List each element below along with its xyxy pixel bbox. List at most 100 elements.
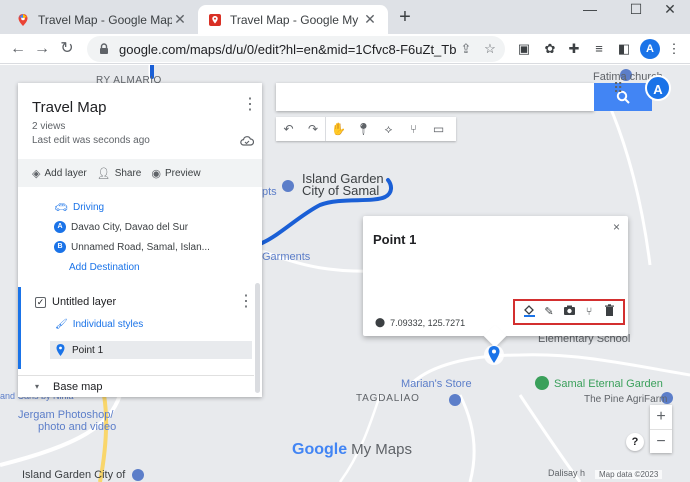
zoom-control: + − — [650, 405, 672, 453]
add-destination-link[interactable]: Add Destination — [69, 262, 140, 273]
delete-trash-icon[interactable] — [601, 304, 617, 320]
layer-options-menu-icon[interactable]: ⋮ — [238, 294, 254, 310]
waypoint-b[interactable]: B Unnamed Road, Samal, Islan... — [54, 241, 210, 253]
cloud-saved-icon — [240, 136, 254, 146]
layer-style-label: Individual styles — [72, 319, 144, 330]
browser-menu-icon[interactable]: ⋮ — [664, 39, 684, 59]
tab-label: Travel Map - Google My Maps — [230, 12, 362, 27]
feature-coordinates: ⬤ 7.09332, 125.7271 — [375, 317, 465, 328]
map-canvas[interactable]: RY ALMARIO Fatima church Island Garden C… — [0, 65, 690, 482]
base-map-label: Base map — [53, 380, 103, 393]
panel-scrollbar[interactable] — [255, 283, 260, 393]
reload-icon[interactable]: ↻ — [57, 39, 77, 59]
tab-label: Travel Map - Google Maps — [38, 12, 172, 27]
waypoint-a[interactable]: A Davao City, Davao del Sur — [54, 221, 188, 233]
feature-tools-highlight: ✎ ⑂ — [513, 299, 625, 325]
panel-actions-bar: ◈ Add layer 👤︎ Share ◉ Preview — [18, 159, 262, 187]
add-marker-icon[interactable]: 📍︎ — [351, 117, 376, 141]
zoom-in-button[interactable]: + — [650, 405, 672, 429]
google-apps-icon[interactable]: ⠿ — [613, 81, 627, 95]
travel-mode-label: Driving — [72, 202, 105, 213]
location-pin-icon: ⬤ — [375, 317, 386, 327]
map-label-samal-eternal-garden: Samal Eternal Garden — [554, 378, 663, 390]
layers-icon: ◈ — [32, 167, 41, 180]
bookmark-star-icon[interactable]: ☆ — [481, 41, 499, 57]
close-window-button[interactable]: ✕ — [650, 0, 690, 20]
preview-label: Preview — [164, 167, 201, 179]
extension-screenshot-icon[interactable]: ▣ — [514, 39, 534, 59]
reading-list-icon[interactable]: ≡ — [589, 39, 609, 59]
preview-button[interactable]: ◉ Preview — [151, 167, 200, 180]
profile-avatar[interactable]: A — [640, 39, 660, 59]
chevron-down-icon: ▾ — [35, 381, 40, 391]
view-count: 2 views — [32, 121, 66, 132]
map-search-input[interactable] — [276, 83, 594, 111]
browser-tab-strip: Travel Map - Google Maps ✕ Travel Map - … — [0, 0, 690, 34]
share-page-icon[interactable]: ⇪ — [457, 41, 475, 57]
pan-hand-icon[interactable]: ✋ — [326, 117, 351, 141]
map-options-menu-icon[interactable]: ⋮ — [242, 97, 258, 113]
tab-google-my-maps[interactable]: Travel Map - Google My Maps ✕ — [198, 5, 388, 34]
redo-icon[interactable]: ↷ — [301, 117, 326, 141]
map-data-attribution[interactable]: Map data ©2023 — [595, 470, 663, 479]
directions-icon[interactable]: ⑂ — [401, 117, 426, 141]
tab-google-maps[interactable]: Travel Map - Google Maps ✕ — [6, 5, 198, 34]
forward-arrow-icon[interactable]: → — [32, 39, 52, 59]
my-maps-favicon-icon — [209, 13, 221, 26]
close-popup-icon[interactable]: × — [613, 220, 620, 234]
coordinates-label: 7.09332, 125.7271 — [390, 317, 466, 328]
side-panel-icon[interactable]: ◧ — [614, 39, 634, 59]
add-photo-camera-icon[interactable] — [561, 304, 577, 320]
draw-line-icon[interactable]: ⟡ — [376, 117, 401, 141]
share-button[interactable]: 👤︎ Share — [97, 167, 142, 180]
layer-style-link[interactable]: 🖌︎ Individual styles — [55, 319, 143, 330]
map-label-jergam-photoshop: Jergam Photoshop/ — [18, 409, 114, 421]
address-bar[interactable]: google.com/maps/d/u/0/edit?hl=en&mid=1Cf… — [87, 36, 505, 62]
measure-ruler-icon[interactable]: ▭ — [426, 117, 451, 141]
undo-icon[interactable]: ↶ — [276, 117, 301, 141]
close-tab-icon[interactable]: ✕ — [362, 11, 378, 28]
help-button[interactable]: ? — [626, 433, 644, 451]
waypoint-a-label: Davao City, Davao del Sur — [71, 221, 189, 233]
edit-pencil-icon[interactable]: ✎ — [541, 304, 557, 320]
base-map-toggle[interactable]: ▾ Base map — [18, 375, 254, 397]
blue-pin-icon — [56, 344, 65, 356]
map-label-marians-store: Marian's Store — [401, 378, 472, 390]
map-title[interactable]: Travel Map — [32, 99, 106, 116]
map-toolbar: ↶ ↷ ✋ 📍︎ ⟡ ⑂ ▭ — [276, 117, 456, 141]
account-avatar[interactable]: A — [645, 75, 671, 101]
close-tab-icon[interactable]: ✕ — [172, 11, 188, 28]
directions-to-here-icon[interactable]: ⑂ — [581, 304, 597, 320]
my-maps-wordmark: My Maps — [351, 441, 412, 458]
map-label-pts: pts — [262, 186, 277, 198]
google-my-maps-logo: Google My Maps — [292, 441, 412, 459]
waypoint-b-badge: B — [54, 241, 66, 253]
last-edit-status: Last edit was seconds ago — [32, 135, 150, 146]
waypoint-b-label: Unnamed Road, Samal, Islan... — [71, 241, 210, 253]
layer-item-point-1[interactable]: Point 1 — [50, 341, 252, 359]
minimize-button[interactable]: — — [570, 0, 610, 20]
share-label: Share — [114, 167, 142, 179]
layer-name[interactable]: Untitled layer — [52, 296, 116, 308]
map-label-tagdaliao: TAGDALIAO — [356, 393, 420, 404]
map-label-photo-and-video: photo and video — [38, 421, 117, 433]
back-arrow-icon[interactable]: ← — [8, 39, 28, 59]
extension-color-icon[interactable]: ✿ — [540, 39, 560, 59]
style-paint-bucket-icon[interactable] — [521, 304, 537, 320]
map-label-city-of-samal: City of Samal — [302, 183, 380, 198]
new-tab-button[interactable]: + — [394, 7, 416, 29]
map-editor-panel: Travel Map ⋮ 2 views Last edit was secon… — [18, 83, 262, 397]
layer-visibility-checkbox[interactable]: ✓ — [35, 297, 46, 308]
zoom-out-button[interactable]: − — [650, 429, 672, 453]
feature-title: Point 1 — [373, 232, 417, 247]
layer-item-label: Point 1 — [72, 344, 104, 356]
google-wordmark: Google — [292, 441, 348, 458]
add-layer-button[interactable]: ◈ Add layer — [32, 167, 87, 180]
map-label-pine-agrifarm: The Pine AgriFarm — [584, 394, 668, 405]
paint-roller-icon: 🖌︎ — [55, 319, 68, 330]
extensions-puzzle-icon[interactable]: ✚ — [564, 39, 584, 59]
map-label-dalisay: Dalisay h — [548, 468, 586, 478]
map-label-island-garden-bottom: Island Garden City of — [22, 469, 126, 481]
travel-mode-driving[interactable]: 🚗︎ Driving — [54, 201, 104, 214]
selected-point-marker-icon[interactable] — [484, 343, 504, 371]
